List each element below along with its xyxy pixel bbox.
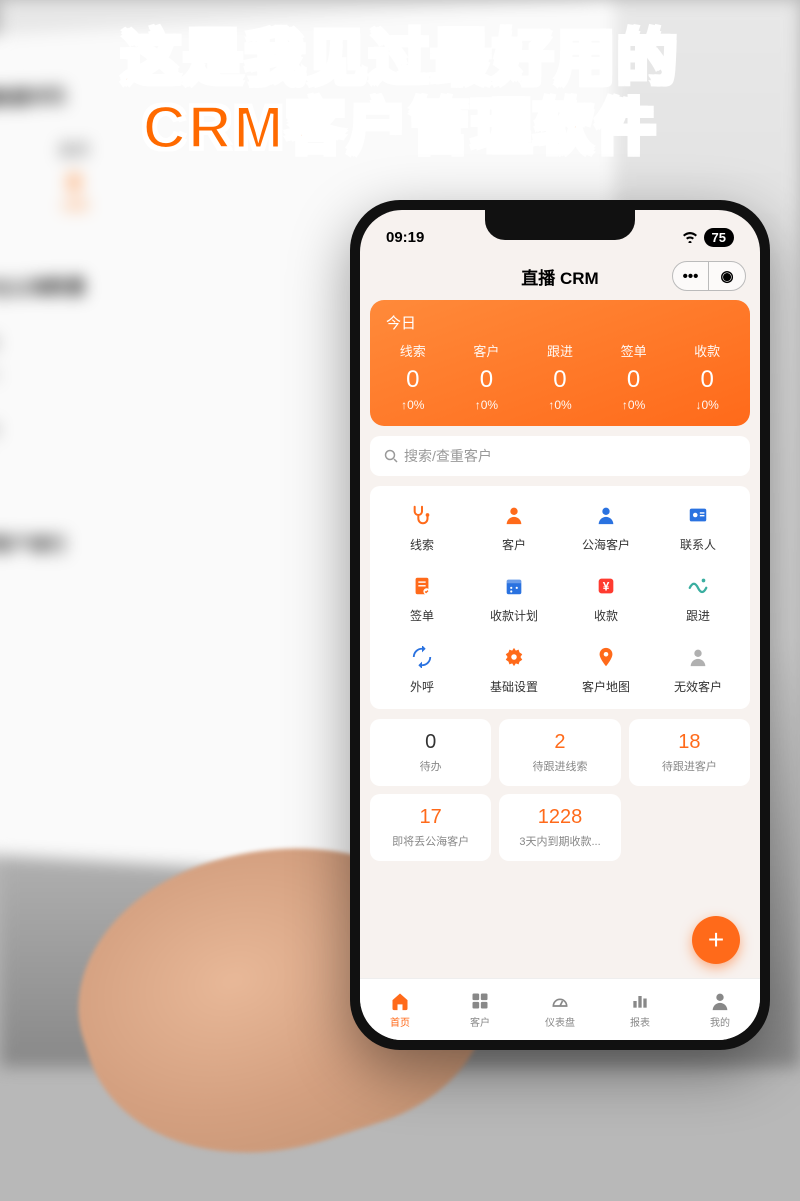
person-icon bbox=[683, 642, 713, 672]
home-icon bbox=[389, 990, 411, 1012]
search-placeholder: 搜索/查重客户 bbox=[404, 446, 492, 466]
add-button[interactable]: + bbox=[692, 916, 740, 964]
bottom-nav: 首页 客户 仪表盘 报表 我的 bbox=[360, 978, 760, 1040]
nav-客户[interactable]: 客户 bbox=[440, 979, 520, 1040]
page-title: 直播 CRM bbox=[521, 264, 598, 289]
module-无效客户[interactable]: 无效客户 bbox=[652, 642, 744, 695]
task-card-2[interactable]: 18 待跟进客户 bbox=[629, 719, 750, 786]
wifi-icon bbox=[682, 231, 698, 243]
module-公海客户[interactable]: 公海客户 bbox=[560, 500, 652, 553]
module-收款计划[interactable]: 收款计划 bbox=[468, 571, 560, 624]
svg-text:¥: ¥ bbox=[603, 580, 610, 594]
module-签单[interactable]: 签单 bbox=[376, 571, 468, 624]
task-card-1[interactable]: 2 待跟进线索 bbox=[499, 719, 620, 786]
module-外呼[interactable]: 外呼 bbox=[376, 642, 468, 695]
nav-仪表盘[interactable]: 仪表盘 bbox=[520, 979, 600, 1040]
nav-我的[interactable]: 我的 bbox=[680, 979, 760, 1040]
stat-0[interactable]: 线索 0 ↑0% bbox=[376, 341, 450, 412]
nav-首页[interactable]: 首页 bbox=[360, 979, 440, 1040]
miniprogram-actions[interactable]: ••• ◉ bbox=[672, 261, 746, 291]
close-icon[interactable]: ◉ bbox=[709, 262, 745, 290]
task-card-3[interactable]: 17 即将丢公海客户 bbox=[370, 794, 491, 861]
today-stats-card: 今日 线索 0 ↑0%客户 0 ↑0%跟进 0 ↑0%签单 0 ↑0%收款 0 … bbox=[370, 300, 750, 426]
doc-icon bbox=[407, 571, 437, 601]
yen-icon: ¥ bbox=[591, 571, 621, 601]
module-线索[interactable]: 线索 bbox=[376, 500, 468, 553]
bars-icon bbox=[629, 990, 651, 1012]
calendar-icon bbox=[499, 571, 529, 601]
module-跟进[interactable]: 跟进 bbox=[652, 571, 744, 624]
tasks-grid: 0 待办2 待跟进线索18 待跟进客户 17 即将丢公海客户1228 3天内到期收… bbox=[370, 719, 750, 861]
status-time: 09:19 bbox=[386, 229, 424, 246]
badge-icon bbox=[683, 500, 713, 530]
stats-header[interactable]: 今日 bbox=[376, 312, 744, 341]
module-客户[interactable]: 客户 bbox=[468, 500, 560, 553]
gauge-icon bbox=[549, 990, 571, 1012]
wave-icon bbox=[683, 571, 713, 601]
module-基础设置[interactable]: 基础设置 bbox=[468, 642, 560, 695]
search-input[interactable]: 搜索/查重客户 bbox=[370, 436, 750, 476]
search-icon bbox=[384, 449, 398, 463]
battery-level: 75 bbox=[704, 228, 734, 247]
stat-2[interactable]: 跟进 0 ↑0% bbox=[523, 341, 597, 412]
module-联系人[interactable]: 联系人 bbox=[652, 500, 744, 553]
headline-overlay: 这是我见过最好用的 CRM客户管理软件 bbox=[0, 24, 800, 162]
iphone-notch bbox=[485, 210, 635, 240]
person-icon bbox=[499, 500, 529, 530]
phone-frame: 09:19 75 直播 CRM ••• ◉ 今日 线索 0 ↑0%客户 0 ↑0… bbox=[350, 200, 770, 1050]
task-card-4[interactable]: 1228 3天内到期收款... bbox=[499, 794, 620, 861]
stat-4[interactable]: 收款 0 ↓0% bbox=[670, 341, 744, 412]
person-icon bbox=[709, 990, 731, 1012]
grid-icon bbox=[469, 990, 491, 1012]
cycle-icon bbox=[407, 642, 437, 672]
module-收款[interactable]: ¥ 收款 bbox=[560, 571, 652, 624]
pin-icon bbox=[591, 642, 621, 672]
gear-icon bbox=[499, 642, 529, 672]
module-客户地图[interactable]: 客户地图 bbox=[560, 642, 652, 695]
more-icon[interactable]: ••• bbox=[673, 262, 709, 290]
nav-报表[interactable]: 报表 bbox=[600, 979, 680, 1040]
title-bar: 直播 CRM ••• ◉ bbox=[360, 256, 760, 296]
person-icon bbox=[591, 500, 621, 530]
stat-3[interactable]: 签单 0 ↑0% bbox=[597, 341, 671, 412]
task-card-0[interactable]: 0 待办 bbox=[370, 719, 491, 786]
stat-1[interactable]: 客户 0 ↑0% bbox=[450, 341, 524, 412]
stethoscope-icon bbox=[407, 500, 437, 530]
modules-grid: 线索 客户 公海客户 联系人 签单 收款计划¥ 收款 跟进 外呼 基础设置 客户… bbox=[370, 486, 750, 709]
